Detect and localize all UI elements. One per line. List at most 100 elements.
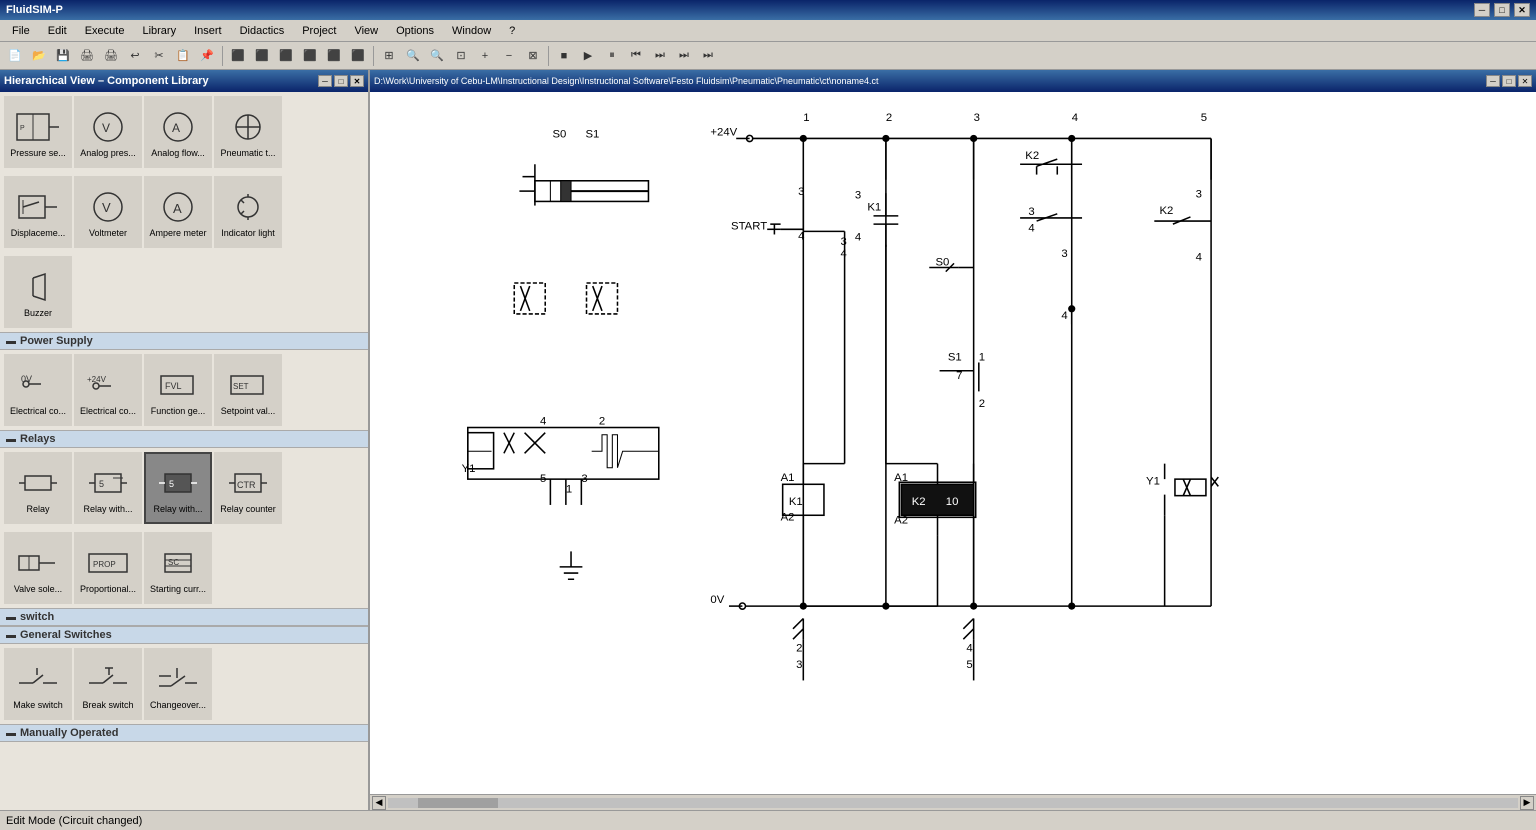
hscroll-right[interactable]: ▶ xyxy=(1520,796,1534,810)
library-minimize[interactable]: ─ xyxy=(318,75,332,87)
lib-item-proportional[interactable]: PROP Proportional... xyxy=(74,532,142,604)
toolbar-btn-run-play[interactable]: ▶ xyxy=(577,45,599,67)
svg-text:3: 3 xyxy=(1028,206,1034,218)
toolbar-btn-run-end[interactable]: ⏭ xyxy=(673,45,695,67)
diagram-area[interactable]: .circuit-text { font-family: Arial, sans… xyxy=(370,92,1536,794)
section-expand-manual[interactable]: ▬ xyxy=(6,728,16,739)
minimize-button[interactable]: ─ xyxy=(1474,3,1490,17)
toolbar-btn-run-pause[interactable]: ⏸ xyxy=(601,45,623,67)
toolbar-btn-align4[interactable]: ⬛ xyxy=(299,45,321,67)
lib-item-analog-pressure[interactable]: V Analog pres... xyxy=(74,96,142,168)
toolbar-btn-table[interactable]: ⊞ xyxy=(378,45,400,67)
svg-text:S0: S0 xyxy=(935,256,949,268)
toolbar-btn-zoom-out[interactable]: 🔍 xyxy=(426,45,448,67)
lib-item-relay-with-2[interactable]: 5 Relay with... xyxy=(144,452,212,524)
diagram-restore[interactable]: □ xyxy=(1502,75,1516,87)
lib-item-valve-solenoid[interactable]: Valve sole... xyxy=(4,532,72,604)
menu-item-file[interactable]: File xyxy=(4,23,38,39)
lib-item-pressure-sensor[interactable]: P Pressure se... xyxy=(4,96,72,168)
lib-label-make-switch: Make switch xyxy=(13,701,63,711)
menu-item-execute[interactable]: Execute xyxy=(77,23,133,39)
library-restore[interactable]: □ xyxy=(334,75,348,87)
lib-item-displacement[interactable]: Displaceme... xyxy=(4,176,72,248)
toolbar-btn-run-last[interactable]: ⏭ xyxy=(697,45,719,67)
svg-text:2: 2 xyxy=(599,415,605,427)
break-switch-icon xyxy=(84,657,132,701)
lib-item-buzzer[interactable]: Buzzer xyxy=(4,256,72,328)
lib-item-analog-flow[interactable]: A Analog flow... xyxy=(144,96,212,168)
diagram-close[interactable]: ✕ xyxy=(1518,75,1532,87)
toolbar-btn-align3[interactable]: ⬛ xyxy=(275,45,297,67)
toolbar-btn-undo[interactable]: ↩ xyxy=(124,45,146,67)
toolbar-btn-print[interactable]: 🖨 xyxy=(100,45,122,67)
toolbar-btn-print-preview[interactable]: 🖨 xyxy=(76,45,98,67)
toolbar-btn-zoom-minus[interactable]: − xyxy=(498,45,520,67)
toolbar-btn-open[interactable]: 📂 xyxy=(28,45,50,67)
restore-button[interactable]: □ xyxy=(1494,3,1510,17)
library-close[interactable]: ✕ xyxy=(350,75,364,87)
toolbar-btn-cut[interactable]: ✂ xyxy=(148,45,170,67)
menu-item-library[interactable]: Library xyxy=(134,23,184,39)
toolbar-btn-copy[interactable]: 📋 xyxy=(172,45,194,67)
menu-item-view[interactable]: View xyxy=(346,23,386,39)
hscroll-left[interactable]: ◀ xyxy=(372,796,386,810)
lib-item-relay[interactable]: Relay xyxy=(4,452,72,524)
lib-item-make-switch[interactable]: Make switch xyxy=(4,648,72,720)
section-expand-power[interactable]: ▬ xyxy=(6,336,16,347)
lib-item-pneumatic-t[interactable]: Pneumatic t... xyxy=(214,96,282,168)
toolbar-btn-align2[interactable]: ⬛ xyxy=(251,45,273,67)
lib-item-setpoint-val[interactable]: SET Setpoint val... xyxy=(214,354,282,426)
setpoint-val-icon: SET xyxy=(224,363,272,407)
lib-item-indicator-light[interactable]: Indicator light xyxy=(214,176,282,248)
lib-item-changeover[interactable]: Changeover... xyxy=(144,648,212,720)
toolbar-btn-new[interactable]: 📄 xyxy=(4,45,26,67)
toolbar-btn-align1[interactable]: ⬛ xyxy=(227,45,249,67)
diagram-minimize[interactable]: ─ xyxy=(1486,75,1500,87)
lib-item-electrical-24v[interactable]: +24V Electrical co... xyxy=(74,354,142,426)
toolbar-btn-run-stop[interactable]: ■ xyxy=(553,45,575,67)
menu-item-edit[interactable]: Edit xyxy=(40,23,75,39)
lib-item-ampere-meter[interactable]: A Ampere meter xyxy=(144,176,212,248)
lib-item-function-gen[interactable]: FVL Function ge... xyxy=(144,354,212,426)
menu-item-didactics[interactable]: Didactics xyxy=(232,23,293,39)
lib-item-starting-current[interactable]: SC Starting curr... xyxy=(144,532,212,604)
toolbar-btn-zoom-fit[interactable]: ⊡ xyxy=(450,45,472,67)
close-button[interactable]: ✕ xyxy=(1514,3,1530,17)
relay-with-2-icon: 5 xyxy=(154,461,202,505)
lib-label-relay-with-2: Relay with... xyxy=(153,505,202,515)
lib-item-voltmeter[interactable]: V Voltmeter xyxy=(74,176,142,248)
toolbar-btn-zoom-reset[interactable]: ⊠ xyxy=(522,45,544,67)
menu-bar: FileEditExecuteLibraryInsertDidacticsPro… xyxy=(0,20,1536,42)
menu-item-project[interactable]: Project xyxy=(294,23,344,39)
section-expand-general[interactable]: ▬ xyxy=(6,630,16,641)
lib-item-electrical-0v[interactable]: 0V Electrical co... xyxy=(4,354,72,426)
section-expand-switch[interactable]: ▬ xyxy=(6,612,16,623)
section-expand-relays[interactable]: ▬ xyxy=(6,434,16,445)
svg-text:5: 5 xyxy=(540,473,546,485)
horizontal-scrollbar[interactable]: ◀ ▶ xyxy=(370,794,1536,810)
toolbar-btn-save[interactable]: 💾 xyxy=(52,45,74,67)
lib-item-relay-with-1[interactable]: 5 Relay with... xyxy=(74,452,142,524)
toolbar-btn-align6[interactable]: ⬛ xyxy=(347,45,369,67)
menu-item-options[interactable]: Options xyxy=(388,23,442,39)
section-title-general-switches: General Switches xyxy=(20,629,112,641)
lib-item-relay-counter[interactable]: CTR Relay counter xyxy=(214,452,282,524)
circuit-svg: .circuit-text { font-family: Arial, sans… xyxy=(370,92,1536,794)
menu-item-insert[interactable]: Insert xyxy=(186,23,230,39)
lib-item-break-switch[interactable]: Break switch xyxy=(74,648,142,720)
toolbar-btn-paste[interactable]: 📌 xyxy=(196,45,218,67)
toolbar-btn-zoom-in[interactable]: 🔍 xyxy=(402,45,424,67)
svg-text:3: 3 xyxy=(1061,248,1067,260)
lib-label-relay: Relay xyxy=(26,505,49,515)
toolbar-btn-align5[interactable]: ⬛ xyxy=(323,45,345,67)
toolbar-btn-run-back[interactable]: ⏮ xyxy=(625,45,647,67)
svg-text:4: 4 xyxy=(1028,222,1034,234)
menu-item-[interactable]: ? xyxy=(501,23,523,39)
toolbar-btn-run-fwd[interactable]: ⏭ xyxy=(649,45,671,67)
displacement-icon xyxy=(14,185,62,229)
function-gen-icon: FVL xyxy=(154,363,202,407)
menu-item-window[interactable]: Window xyxy=(444,23,499,39)
toolbar-btn-zoom-plus[interactable]: + xyxy=(474,45,496,67)
lib-label-pneumatic-t: Pneumatic t... xyxy=(220,149,275,159)
hscroll-thumb[interactable] xyxy=(418,798,498,808)
